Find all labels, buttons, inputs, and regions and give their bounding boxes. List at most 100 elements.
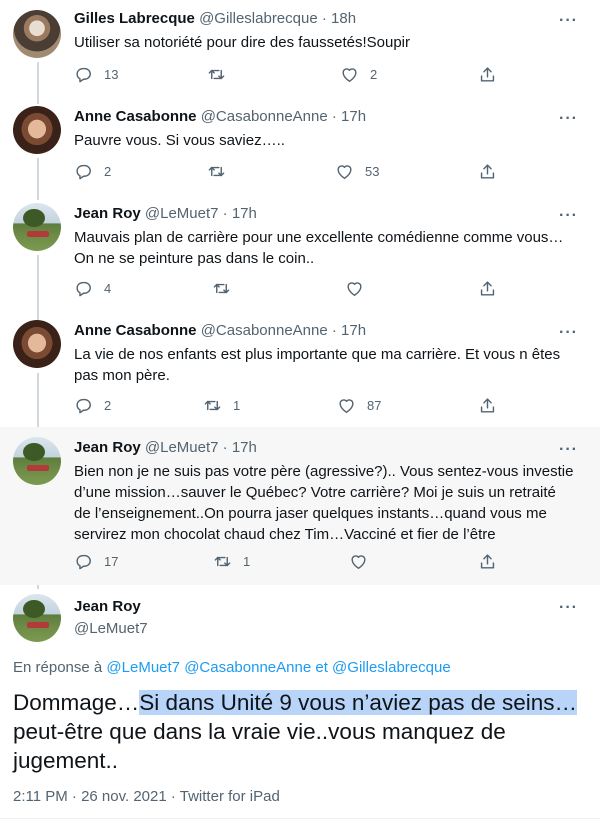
like-count: 2 xyxy=(370,66,378,82)
tweet-header: Anne Casabonne @CasabonneAnne · 17h xyxy=(74,107,366,126)
separator-dot: · xyxy=(331,322,337,339)
tweet-time[interactable]: 17h xyxy=(232,205,257,222)
like-button[interactable]: 53 xyxy=(335,161,379,181)
author-name[interactable]: Jean Roy xyxy=(74,439,141,456)
author-name[interactable]: Anne Casabonne xyxy=(74,108,197,125)
main-text-start: Dommage… xyxy=(13,690,140,715)
main-avatar[interactable] xyxy=(13,594,61,642)
share-button[interactable] xyxy=(478,278,497,298)
share-button[interactable] xyxy=(478,64,497,84)
like-button[interactable]: 2 xyxy=(340,64,377,84)
retweet-button[interactable] xyxy=(212,278,242,298)
author-name[interactable]: Gilles Labrecque xyxy=(74,10,195,27)
tweet-header: Jean Roy @LeMuet7 · 17h xyxy=(74,438,257,457)
reply-context: En réponse à @LeMuet7 @CasabonneAnne et … xyxy=(13,659,451,676)
tweet[interactable]: Anne Casabonne @CasabonneAnne · 17h ··· … xyxy=(0,310,600,427)
like-button[interactable] xyxy=(345,278,375,298)
avatar[interactable] xyxy=(13,203,61,251)
retweet-button[interactable] xyxy=(207,64,237,84)
tweet-text: Mauvais plan de carrière pour une excell… xyxy=(74,229,564,267)
more-icon[interactable]: ··· xyxy=(559,111,578,127)
main-author-handle[interactable]: @LeMuet7 xyxy=(74,620,148,637)
author-handle[interactable]: @CasabonneAnne xyxy=(201,322,328,339)
more-icon[interactable]: ··· xyxy=(559,600,578,616)
tweet-timestamp[interactable]: 2:11 PM · 26 nov. 2021 · Twitter for iPa… xyxy=(13,788,280,805)
retweet-button[interactable]: 1 xyxy=(203,395,240,415)
reply-button[interactable]: 13 xyxy=(74,64,118,84)
main-text-end: peut-être que dans la vraie vie..vous ma… xyxy=(13,719,506,773)
author-handle[interactable]: @LeMuet7 xyxy=(145,205,219,222)
heart-icon xyxy=(351,554,366,569)
tweet-time[interactable]: 17h xyxy=(341,322,366,339)
share-button[interactable] xyxy=(478,161,497,181)
avatar[interactable] xyxy=(13,437,61,485)
share-icon xyxy=(480,66,495,82)
separator-dot: · xyxy=(331,108,337,125)
more-icon[interactable]: ··· xyxy=(559,208,578,224)
avatar[interactable] xyxy=(13,106,61,154)
reply-icon xyxy=(76,281,91,296)
tweet[interactable]: Jean Roy @LeMuet7 · 17h ··· Bien non je … xyxy=(0,427,600,585)
tweet[interactable]: Anne Casabonne @CasabonneAnne · 17h ··· … xyxy=(0,96,600,193)
separator-dot: · xyxy=(222,439,228,456)
reply-count: 2 xyxy=(104,163,112,179)
author-handle[interactable]: @CasabonneAnne xyxy=(201,108,328,125)
reply-button[interactable]: 2 xyxy=(74,395,111,415)
tweet[interactable]: Gilles Labrecque @Gilleslabrecque · 18h … xyxy=(0,0,600,96)
tweet-time[interactable]: 17h xyxy=(341,108,366,125)
tweet-text: Utiliser sa notoriété pour dire des faus… xyxy=(74,34,411,51)
like-count: 87 xyxy=(367,397,382,413)
reply-button[interactable]: 17 xyxy=(74,551,118,571)
retweet-icon xyxy=(214,556,231,566)
share-button[interactable] xyxy=(478,395,497,415)
heart-icon xyxy=(347,281,362,296)
reply-icon xyxy=(76,554,91,569)
main-tweet-text: Dommage…Si dans Unité 9 vous n’aviez pas… xyxy=(13,688,593,775)
tweet-header: Anne Casabonne @CasabonneAnne · 17h xyxy=(74,321,366,340)
heart-icon xyxy=(342,67,357,82)
reply-count: 17 xyxy=(104,553,119,569)
tweet-time[interactable]: 18h xyxy=(331,10,356,27)
author-handle[interactable]: @Gilleslabrecque xyxy=(199,10,318,27)
more-icon[interactable]: ··· xyxy=(559,325,578,341)
reply-mention[interactable]: @LeMuet7 xyxy=(106,659,180,676)
separator-dot: · xyxy=(321,10,327,27)
more-icon[interactable]: ··· xyxy=(559,442,578,458)
retweet-icon xyxy=(208,69,225,79)
author-name[interactable]: Jean Roy xyxy=(74,205,141,222)
share-icon xyxy=(480,397,495,413)
author-handle[interactable]: @LeMuet7 xyxy=(145,439,219,456)
like-button[interactable]: 87 xyxy=(337,395,381,415)
reply-mention[interactable]: @Gilleslabrecque xyxy=(332,659,451,676)
retweet-button[interactable] xyxy=(207,161,237,181)
tweet-text: Bien non je ne suis pas votre père (agre… xyxy=(74,463,574,543)
tweet-text: Pauvre vous. Si vous saviez….. xyxy=(74,132,285,149)
tweet[interactable]: Jean Roy @LeMuet7 · 17h ··· Mauvais plan… xyxy=(0,193,600,310)
reply-icon xyxy=(76,398,91,413)
retweet-button[interactable]: 1 xyxy=(213,551,250,571)
tweet-header: Gilles Labrecque @Gilleslabrecque · 18h xyxy=(74,9,356,28)
separator-dot: · xyxy=(222,205,228,222)
reply-icon xyxy=(76,67,91,82)
divider xyxy=(0,818,600,819)
avatar[interactable] xyxy=(13,10,61,58)
share-button[interactable] xyxy=(478,551,497,571)
main-author-name[interactable]: Jean Roy xyxy=(74,598,141,615)
more-icon[interactable]: ··· xyxy=(559,13,578,29)
reply-mention[interactable]: @CasabonneAnne xyxy=(184,659,311,676)
share-icon xyxy=(480,163,495,179)
reply-button[interactable]: 4 xyxy=(74,278,111,298)
reply-prefix: En réponse à xyxy=(13,659,103,676)
avatar[interactable] xyxy=(13,320,61,368)
tweet-header: Jean Roy @LeMuet7 · 17h xyxy=(74,204,257,223)
author-name[interactable]: Anne Casabonne xyxy=(74,322,197,339)
retweet-count: 1 xyxy=(243,553,251,569)
retweet-icon xyxy=(213,283,230,293)
tweet-time[interactable]: 17h xyxy=(232,439,257,456)
reply-icon xyxy=(76,164,91,179)
like-button[interactable] xyxy=(349,551,379,571)
reply-button[interactable]: 2 xyxy=(74,161,111,181)
reply-count: 4 xyxy=(104,280,112,296)
retweet-count: 1 xyxy=(233,397,241,413)
retweet-icon xyxy=(204,400,221,410)
